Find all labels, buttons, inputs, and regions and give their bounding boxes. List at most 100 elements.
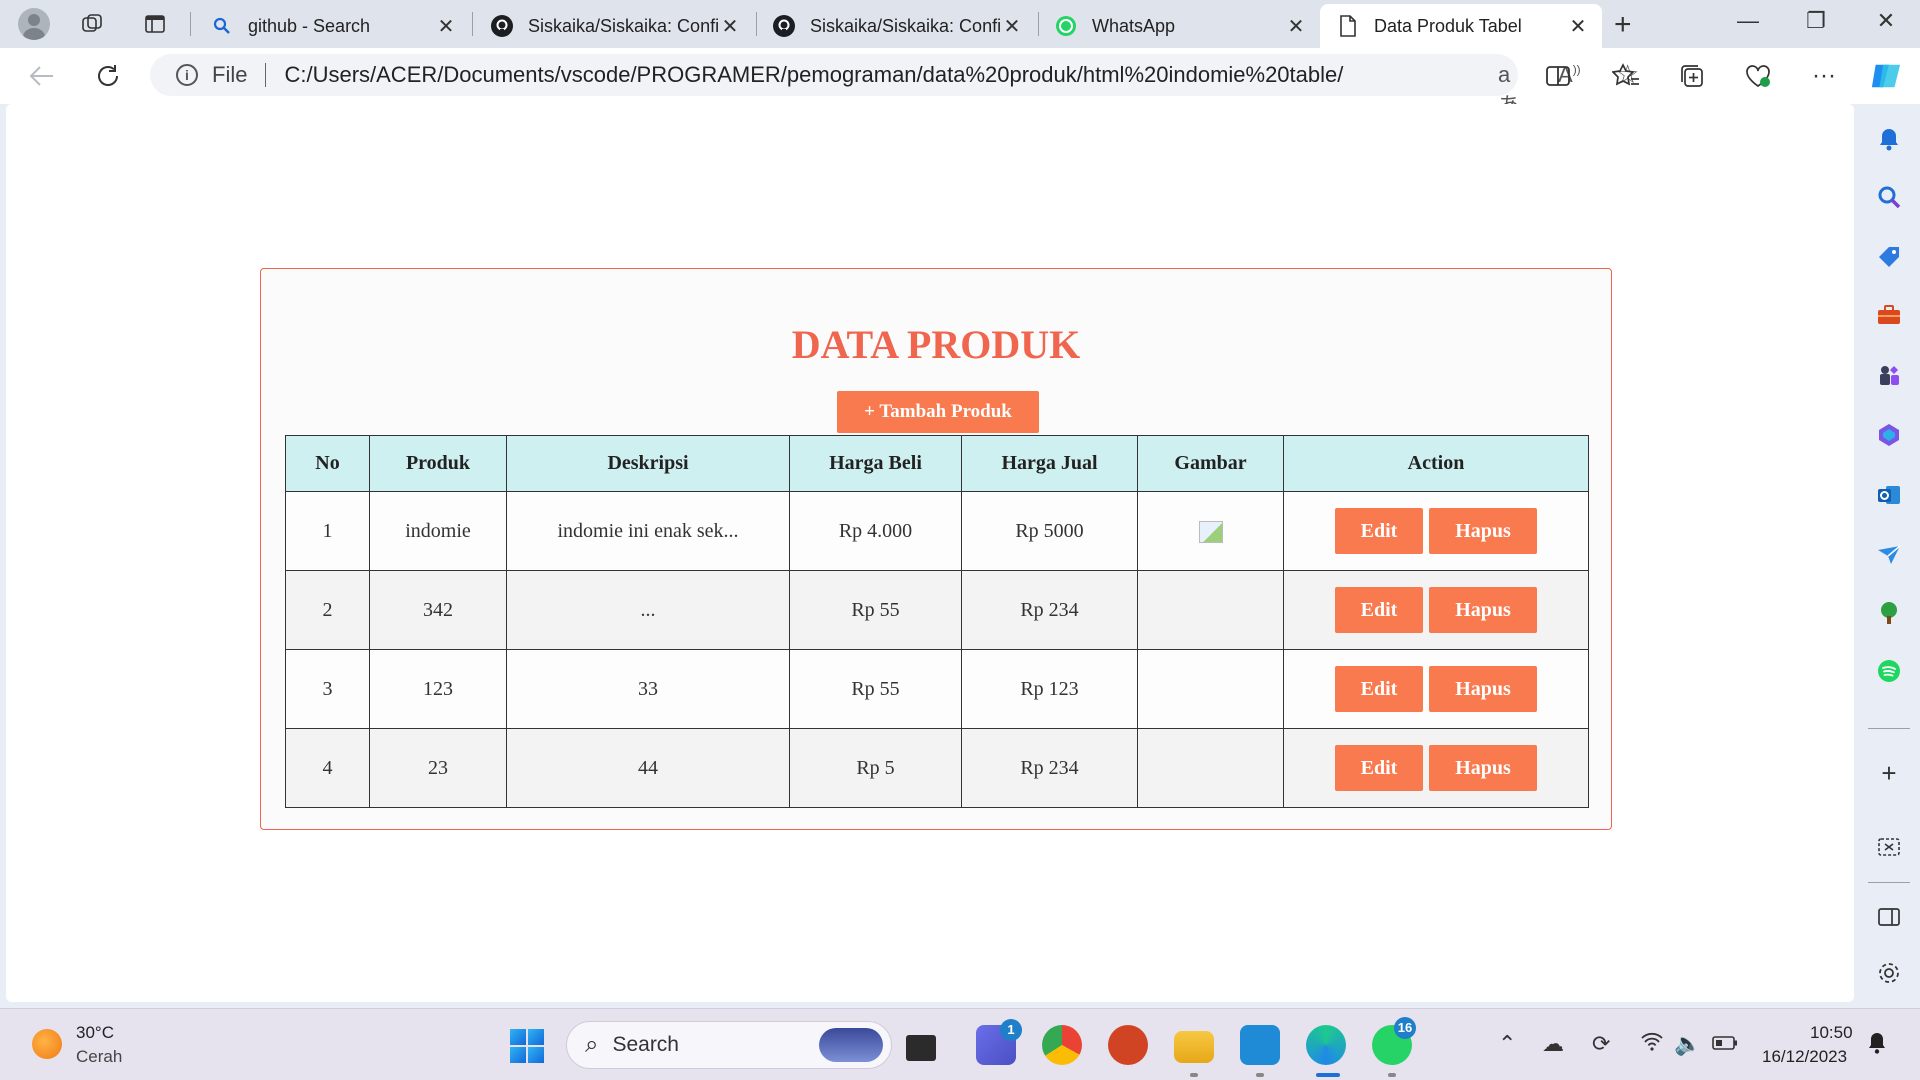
edit-button[interactable]: Edit xyxy=(1335,666,1423,712)
file-explorer-icon[interactable] xyxy=(1174,1031,1214,1063)
screenshot-icon[interactable] xyxy=(1876,834,1902,860)
outlook-icon[interactable] xyxy=(1876,482,1902,508)
task-view-icon[interactable] xyxy=(906,1035,936,1061)
github-icon xyxy=(772,14,796,38)
cell-harga-jual: Rp 234 xyxy=(961,570,1138,650)
cell-action: Edit Hapus xyxy=(1283,491,1589,571)
vertical-tabs-icon[interactable] xyxy=(143,12,167,36)
shopping-tag-icon[interactable] xyxy=(1876,244,1902,270)
tab-siskaika-1[interactable]: Siskaika/Siskaika: Confi ✕ xyxy=(474,4,754,48)
edit-button[interactable]: Edit xyxy=(1335,508,1423,554)
vscode-icon[interactable] xyxy=(1240,1025,1280,1065)
weather-sun-icon[interactable] xyxy=(32,1029,62,1059)
taskbar-search[interactable]: ⌕ Search xyxy=(566,1021,892,1069)
table-row: 4 23 44 Rp 5 Rp 234 Edit Hapus xyxy=(285,728,1589,808)
column-header: Harga Beli xyxy=(789,435,962,492)
settings-gear-icon[interactable] xyxy=(1876,960,1902,986)
delete-button[interactable]: Hapus xyxy=(1429,587,1537,633)
search-label: Search xyxy=(612,1033,679,1056)
collections-icon[interactable] xyxy=(1676,60,1708,92)
wifi-icon[interactable] xyxy=(1640,1031,1664,1057)
close-icon[interactable]: ✕ xyxy=(1002,14,1022,39)
address-bar[interactable]: i File C:/Users/ACER/Documents/vscode/PR… xyxy=(150,54,1639,118)
delete-button[interactable]: Hapus xyxy=(1429,666,1537,712)
cell-gambar xyxy=(1137,491,1284,571)
tab-title: github - Search xyxy=(248,15,371,36)
chrome-icon[interactable] xyxy=(1042,1025,1082,1065)
cell-no: 2 xyxy=(285,570,370,650)
workspaces-icon[interactable] xyxy=(80,12,104,36)
cell-action: Edit Hapus xyxy=(1283,728,1589,808)
restore-button[interactable]: ❐ xyxy=(1796,8,1836,34)
battery-icon[interactable] xyxy=(1712,1031,1738,1057)
whatsapp-icon xyxy=(1054,14,1078,38)
reload-button[interactable] xyxy=(92,60,124,92)
games-icon[interactable] xyxy=(1876,362,1902,388)
cell-harga-beli: Rp 5 xyxy=(789,728,962,808)
cell-harga-beli: Rp 55 xyxy=(789,570,962,650)
page-icon xyxy=(1336,14,1360,38)
close-icon[interactable]: ✕ xyxy=(1568,14,1588,39)
edge-sidebar: + xyxy=(1856,104,1920,1002)
cell-gambar xyxy=(1137,728,1284,808)
tab-siskaika-2[interactable]: Siskaika/Siskaika: Confi ✕ xyxy=(756,4,1036,48)
cell-produk: indomie xyxy=(369,491,507,571)
send-icon[interactable] xyxy=(1876,542,1902,568)
notification-bell-icon[interactable] xyxy=(1876,126,1902,152)
cell-harga-jual: Rp 234 xyxy=(961,728,1138,808)
notification-bell-icon[interactable] xyxy=(1866,1031,1888,1061)
copilot-icon[interactable] xyxy=(1870,60,1902,92)
show-hidden-icons-chevron-icon[interactable]: ⌃ xyxy=(1498,1031,1516,1057)
browser-essentials-icon[interactable] xyxy=(1742,60,1774,92)
profile-avatar[interactable] xyxy=(18,8,50,40)
cell-deskripsi: 33 xyxy=(506,649,790,729)
spotify-icon[interactable] xyxy=(1876,658,1902,684)
sidebar-toggle-icon[interactable] xyxy=(1876,904,1902,930)
clock-time[interactable]: 10:50 xyxy=(1810,1023,1853,1043)
close-icon[interactable]: ✕ xyxy=(436,14,456,39)
table-header-row: No Produk Deskripsi Harga Beli Harga Jua… xyxy=(285,435,1589,492)
clock-date[interactable]: 16/12/2023 xyxy=(1762,1047,1847,1067)
cell-harga-beli: Rp 55 xyxy=(789,649,962,729)
split-screen-icon[interactable] xyxy=(1542,60,1574,92)
new-tab-button[interactable]: + xyxy=(1614,8,1632,42)
tools-icon[interactable] xyxy=(1876,302,1902,328)
onedrive-icon[interactable]: ☁ xyxy=(1542,1031,1564,1057)
edit-button[interactable]: Edit xyxy=(1335,745,1423,791)
search-icon[interactable] xyxy=(1876,184,1902,210)
tab-data-produk[interactable]: Data Produk Tabel ✕ xyxy=(1320,4,1602,48)
tree-icon[interactable] xyxy=(1876,600,1902,626)
cell-harga-jual: Rp 5000 xyxy=(961,491,1138,571)
close-icon[interactable]: ✕ xyxy=(720,14,740,39)
cell-harga-beli: Rp 4.000 xyxy=(789,491,962,571)
edge-icon[interactable] xyxy=(1306,1025,1346,1065)
url-text[interactable]: C:/Users/ACER/Documents/vscode/PROGRAMER… xyxy=(284,62,1344,88)
tab-whatsapp[interactable]: WhatsApp ✕ xyxy=(1038,4,1320,48)
add-sidebar-app-icon[interactable]: + xyxy=(1874,758,1904,789)
cell-gambar xyxy=(1137,570,1284,650)
edit-button[interactable]: Edit xyxy=(1335,587,1423,633)
more-menu-icon[interactable]: ··· xyxy=(1808,60,1840,92)
search-highlight-image xyxy=(819,1028,883,1062)
info-icon[interactable]: i xyxy=(176,64,198,86)
cell-deskripsi: 44 xyxy=(506,728,790,808)
microsoft365-icon[interactable] xyxy=(1876,422,1902,448)
favorites-icon[interactable] xyxy=(1610,60,1642,92)
volume-icon[interactable]: 🔈 xyxy=(1674,1031,1701,1057)
sync-icon[interactable]: ⟳ xyxy=(1592,1031,1610,1057)
close-window-button[interactable]: ✕ xyxy=(1866,8,1906,34)
delete-button[interactable]: Hapus xyxy=(1429,745,1537,791)
delete-button[interactable]: Hapus xyxy=(1429,508,1537,554)
powerpoint-icon[interactable] xyxy=(1108,1025,1148,1065)
tab-strip: github - Search ✕ Siskaika/Siskaika: Con… xyxy=(0,0,1920,48)
cell-action: Edit Hapus xyxy=(1283,570,1589,650)
close-icon[interactable]: ✕ xyxy=(1286,14,1306,39)
cell-produk: 123 xyxy=(369,649,507,729)
tab-title: Siskaika/Siskaika: Confi xyxy=(810,15,1002,36)
back-button[interactable] xyxy=(26,60,58,92)
add-product-button[interactable]: + Tambah Produk xyxy=(837,391,1039,433)
minimize-button[interactable]: — xyxy=(1728,8,1768,34)
tab-github-search[interactable]: github - Search ✕ xyxy=(194,4,470,48)
teams-badge: 1 xyxy=(1000,1019,1022,1041)
windows-start-icon[interactable] xyxy=(510,1029,544,1063)
